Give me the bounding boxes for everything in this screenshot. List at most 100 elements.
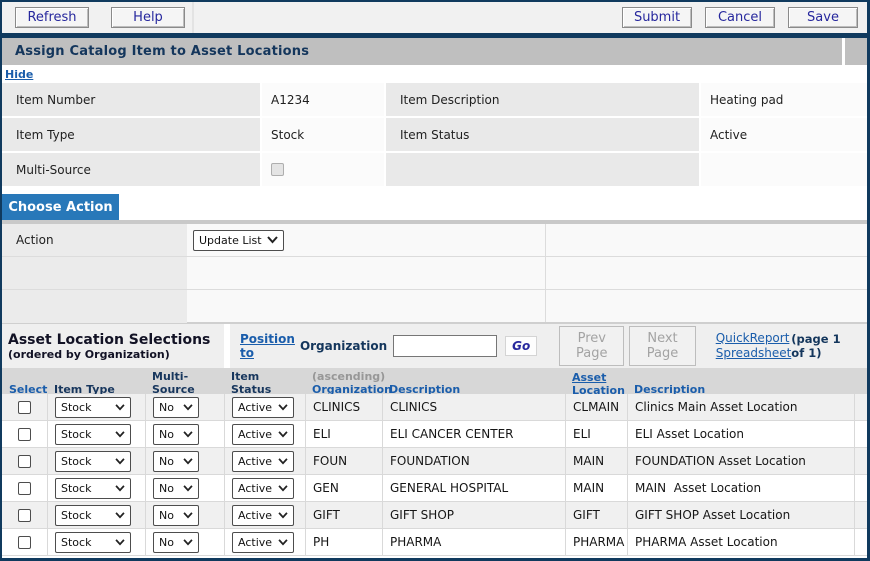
- go-button[interactable]: Go: [505, 336, 537, 356]
- submit-button[interactable]: Submit: [622, 7, 692, 28]
- asset-location-description-cell: GIFT SHOP Asset Location: [627, 502, 854, 528]
- multi-source-select[interactable]: No: [153, 532, 199, 553]
- save-button[interactable]: Save: [788, 7, 858, 28]
- item-description-value: Heating pad: [701, 83, 870, 116]
- position-to-link[interactable]: Position to: [240, 332, 295, 360]
- multi-source-select[interactable]: No: [153, 424, 199, 445]
- chevron-down-icon: [115, 512, 125, 519]
- multi-source-value-cell: [262, 153, 384, 186]
- position-field-label: Organization: [300, 339, 387, 353]
- chevron-down-icon: [183, 404, 193, 411]
- item-type-select[interactable]: Stock: [55, 532, 131, 553]
- refresh-button[interactable]: Refresh: [15, 7, 89, 28]
- item-type-select-value: Stock: [61, 401, 91, 414]
- asset-location-cell: GIFT: [565, 502, 627, 528]
- prev-page-button[interactable]: Prev Page: [559, 326, 624, 366]
- item-status-select[interactable]: Active: [232, 424, 294, 445]
- spare-cell: [854, 475, 868, 501]
- empty-label-cell: [386, 153, 699, 186]
- item-status-select-value: Active: [238, 401, 272, 414]
- organization-cell: PH: [305, 529, 382, 555]
- item-status-select[interactable]: Active: [232, 451, 294, 472]
- organization-description-cell: GENERAL HOSPITAL: [382, 475, 565, 501]
- chevron-down-icon: [115, 485, 125, 492]
- chevron-down-icon: [278, 512, 288, 519]
- item-number-value: A1234: [262, 83, 384, 116]
- row-select-checkbox[interactable]: [18, 455, 31, 468]
- table-header: Select Item Type Multi-Source Item Statu…: [2, 368, 867, 394]
- selections-header-bar: Asset Location Selections (ordered by Or…: [2, 324, 867, 368]
- organization-cell: GIFT: [305, 502, 382, 528]
- quickreport-link[interactable]: QuickReport: [716, 331, 792, 346]
- item-type-select[interactable]: Stock: [55, 424, 131, 445]
- organization-description-cell: PHARMA: [382, 529, 565, 555]
- empty-action-label: [2, 257, 187, 289]
- top-toolbar: Refresh Help Submit Cancel Save: [2, 2, 867, 33]
- empty-value-cell: [701, 153, 870, 186]
- item-status-select-value: Active: [238, 536, 272, 549]
- selections-title: Asset Location Selections: [8, 332, 224, 348]
- multi-source-select-value: No: [159, 455, 174, 468]
- item-type-select[interactable]: Stock: [55, 397, 131, 418]
- organization-cell: GEN: [305, 475, 382, 501]
- table-row: Stock No Active GEN GENERAL HOSPITAL MAI…: [2, 475, 867, 502]
- item-status-select[interactable]: Active: [232, 478, 294, 499]
- hide-link[interactable]: Hide: [5, 68, 33, 81]
- empty-action-cell: [187, 290, 867, 323]
- spreadsheet-link[interactable]: Spreadsheet: [716, 346, 792, 361]
- empty-action-label: [2, 290, 187, 323]
- spacer: [2, 186, 867, 194]
- multi-source-select[interactable]: No: [153, 451, 199, 472]
- multi-source-select[interactable]: No: [153, 505, 199, 526]
- page-indicator: (page 1 of 1): [791, 324, 855, 360]
- action-divider: [545, 224, 546, 322]
- item-type-select-value: Stock: [61, 428, 91, 441]
- hide-link-row: Hide: [2, 65, 867, 83]
- spare-cell: [854, 394, 868, 420]
- row-select-checkbox[interactable]: [18, 428, 31, 441]
- multi-source-select-value: No: [159, 428, 174, 441]
- next-page-button[interactable]: Next Page: [629, 326, 695, 366]
- item-status-value: Active: [701, 118, 870, 151]
- chevron-down-icon: [278, 539, 288, 546]
- asset-location-cell: CLMAIN: [565, 394, 627, 420]
- item-type-value: Stock: [262, 118, 384, 151]
- spare-cell: [854, 529, 868, 555]
- chevron-down-icon: [115, 539, 125, 546]
- item-type-select-value: Stock: [61, 455, 91, 468]
- selections-subtitle: (ordered by Organization): [8, 348, 224, 361]
- chevron-down-icon: [267, 236, 278, 244]
- row-select-checkbox[interactable]: [18, 509, 31, 522]
- item-status-select-value: Active: [238, 428, 272, 441]
- cancel-button[interactable]: Cancel: [705, 7, 775, 28]
- chevron-down-icon: [115, 404, 125, 411]
- tab-choose-action[interactable]: Choose Action: [2, 194, 119, 220]
- chevron-down-icon: [278, 431, 288, 438]
- spare-cell: [854, 421, 868, 447]
- action-select[interactable]: Update List: [193, 230, 284, 251]
- organization-description-cell: CLINICS: [382, 394, 565, 420]
- item-status-select[interactable]: Active: [232, 532, 294, 553]
- column-header-item-status: Item Status: [231, 370, 301, 396]
- position-to-input[interactable]: [393, 335, 497, 357]
- row-select-checkbox[interactable]: [18, 401, 31, 414]
- multi-source-select-value: No: [159, 401, 174, 414]
- item-status-select[interactable]: Active: [232, 397, 294, 418]
- table-row: Stock No Active FOUN FOUNDATION MAIN FOU…: [2, 448, 867, 475]
- organization-cell: CLINICS: [305, 394, 382, 420]
- sort-ascending-note: (ascending): [312, 370, 378, 383]
- multi-source-select-value: No: [159, 536, 174, 549]
- multi-source-select[interactable]: No: [153, 478, 199, 499]
- section-divider: [224, 324, 230, 368]
- item-type-select[interactable]: Stock: [55, 505, 131, 526]
- item-type-select-value: Stock: [61, 482, 91, 495]
- row-select-checkbox[interactable]: [18, 536, 31, 549]
- app-window: Refresh Help Submit Cancel Save Assign C…: [0, 0, 870, 561]
- multi-source-select[interactable]: No: [153, 397, 199, 418]
- help-button[interactable]: Help: [111, 7, 185, 28]
- item-status-select[interactable]: Active: [232, 505, 294, 526]
- chevron-down-icon: [115, 431, 125, 438]
- item-type-select[interactable]: Stock: [55, 451, 131, 472]
- item-type-select[interactable]: Stock: [55, 478, 131, 499]
- row-select-checkbox[interactable]: [18, 482, 31, 495]
